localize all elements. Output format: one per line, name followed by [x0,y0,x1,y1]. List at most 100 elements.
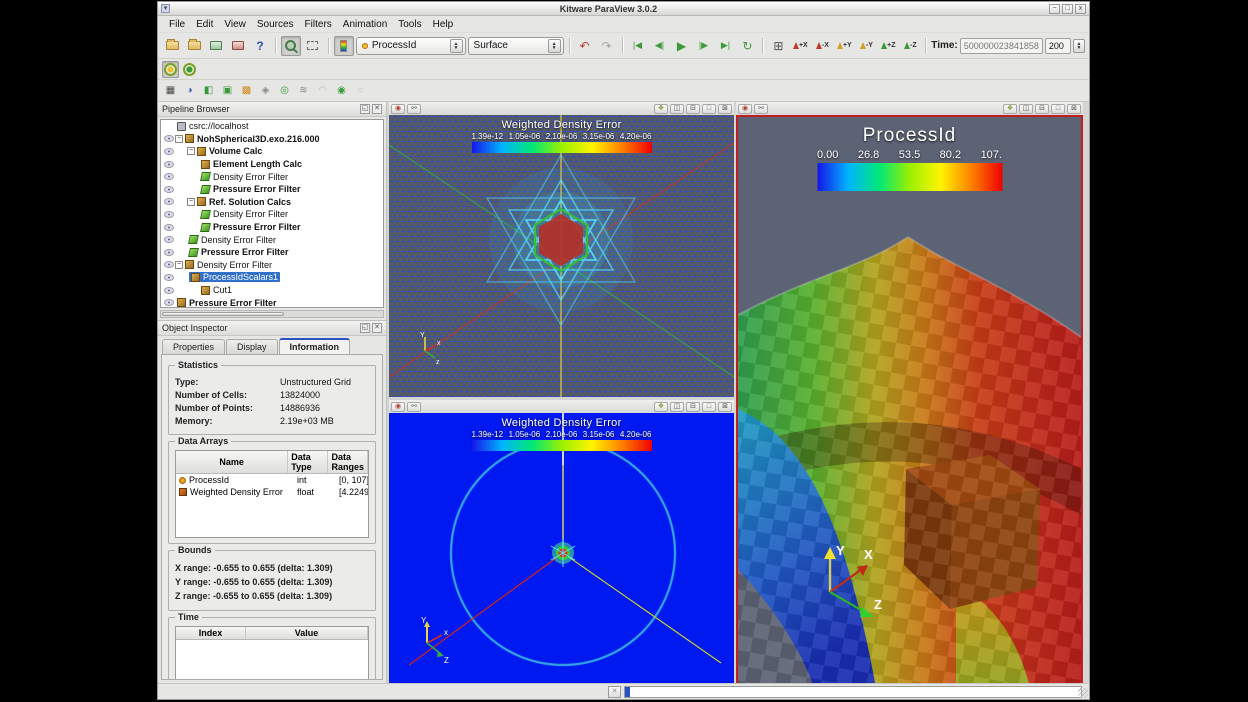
collapse-icon[interactable]: − [175,135,183,143]
camera-minus-z-button[interactable]: -Z [900,36,920,56]
slice-filter-button[interactable]: ◧ [200,82,217,99]
title-bar[interactable]: ▾ Kitware ParaView 3.0.2 − □ x [158,2,1089,16]
pipeline-item[interactable]: Cut1 [161,284,383,297]
camera-plus-y-button[interactable]: +Y [834,36,854,56]
menu-file[interactable]: File [164,18,190,31]
menu-edit[interactable]: Edit [191,18,218,31]
pipeline-item[interactable]: Pressure Error Filter [161,246,383,259]
eye-icon[interactable] [163,236,175,243]
last-frame-button[interactable]: ▶| [715,36,735,56]
menu-filters[interactable]: Filters [300,18,337,31]
pipeline-item[interactable]: Density Error Filter [161,233,383,246]
render-view-top-left[interactable]: ◉ ⚯ ❖ ◫ ⊟ □ ⊠ Weighted Density Error 1.3… [389,102,734,397]
open-file-button[interactable] [162,36,182,56]
link-camera-icon[interactable]: ⚯ [407,402,421,412]
previous-frame-button[interactable]: ◀| [649,36,669,56]
camera-minus-y-button[interactable]: -Y [856,36,876,56]
eye-icon[interactable] [163,261,175,268]
pipeline-item[interactable]: Density Error Filter [161,208,383,221]
close-view-button[interactable]: ⊠ [1067,104,1081,114]
pipeline-item[interactable]: − Ref. Solution Calcs [161,196,383,209]
collapse-icon[interactable]: − [175,261,183,269]
eye-icon[interactable] [163,299,175,306]
close-view-button[interactable]: ⊠ [718,402,732,412]
render-view-bottom-left[interactable]: ◉ ⚯ ❖ ◫ ⊟ □ ⊠ Weighted Density Error 1.3… [389,400,734,691]
split-horizontal-button[interactable]: ◫ [670,402,684,412]
render-viewport-3d[interactable]: ProcessId 0.0026.853.580.2107. [736,115,1083,691]
eye-icon[interactable] [163,161,175,168]
float-panel-button[interactable]: ◱ [360,104,370,114]
pipeline-item[interactable]: Pressure Error Filter [161,221,383,234]
pipeline-item[interactable]: − Volume Calc [161,145,383,158]
pipeline-item[interactable]: Pressure Error Filter [161,183,383,196]
first-frame-button[interactable]: |◀ [627,36,647,56]
split-vertical-button[interactable]: ⊟ [686,402,700,412]
close-panel-button[interactable]: ✕ [372,104,382,114]
scalar-bar[interactable]: Weighted Density Error 1.39e-121.05e-062… [472,119,652,153]
clip-filter-button[interactable]: ◑ [181,82,198,99]
frame-spinbox[interactable]: 200 [1045,38,1071,54]
next-frame-button[interactable]: |▶ [693,36,713,56]
minimize-button[interactable]: − [1049,4,1060,14]
color-by-combobox[interactable]: ProcessId ▲▼ [356,37,466,55]
render-viewport-mesh[interactable]: Weighted Density Error 1.39e-121.05e-062… [389,115,734,397]
eye-icon[interactable] [163,148,175,155]
eye-icon[interactable] [163,135,175,142]
maximize-view-button[interactable]: □ [1051,104,1065,114]
lookmark-icon[interactable]: ❖ [654,402,668,412]
redo-button[interactable]: ↷ [597,36,617,56]
close-view-button[interactable]: ⊠ [718,104,732,114]
eye-icon[interactable] [163,224,175,231]
collapse-icon[interactable]: − [187,198,195,206]
reset-camera-button[interactable]: ⊞ [768,36,788,56]
stream-tracer-filter-button[interactable]: ≋ [295,82,312,99]
split-horizontal-button[interactable]: ◫ [1019,104,1033,114]
load-state-button[interactable] [184,36,204,56]
pipeline-item[interactable]: − Density Error Filter [161,259,383,272]
maximize-view-button[interactable]: □ [702,402,716,412]
split-vertical-button[interactable]: ⊟ [1035,104,1049,114]
table-row[interactable]: ProcessId int [0, 107] [176,474,368,486]
rubber-band-select-button[interactable] [303,36,323,56]
eye-icon[interactable] [163,274,175,281]
maximize-button[interactable]: □ [1062,4,1073,14]
object-inspector-header[interactable]: Object Inspector ◱ ✕ [158,321,386,336]
representation-combobox[interactable]: Surface ▲▼ [468,37,564,55]
abort-button[interactable]: ✕ [608,686,621,698]
frame-spin-arrows[interactable]: ▲▼ [1073,39,1085,53]
eye-icon[interactable] [163,287,175,294]
data-arrays-table[interactable]: Name Data Type Data Ranges ProcessId int… [175,450,369,538]
edit-color-map-button[interactable] [334,36,354,56]
link-camera-icon[interactable]: ⚯ [754,104,768,114]
maximize-view-button[interactable]: □ [702,104,716,114]
split-vertical-button[interactable]: ⊟ [686,104,700,114]
menu-animation[interactable]: Animation [338,18,392,31]
pipeline-item[interactable]: Pressure Error Filter [161,296,383,308]
split-horizontal-button[interactable]: ◫ [670,104,684,114]
contour-filter-button[interactable]: ◎ [276,82,293,99]
eye-icon[interactable] [163,186,175,193]
close-button[interactable]: x [1075,4,1086,14]
pipeline-item[interactable]: − NohSpherical3D.exo.216.000 [161,133,383,146]
show-center-button[interactable] [162,61,179,78]
tab-information[interactable]: Information [279,338,351,354]
scalar-bar[interactable]: ProcessId 0.0026.853.580.2107. [817,125,1002,191]
extract-subset-filter-button[interactable]: ▩ [238,82,255,99]
scalar-bar[interactable]: Weighted Density Error 1.39e-121.05e-062… [472,417,652,451]
menu-view[interactable]: View [219,18,251,31]
eye-icon[interactable] [163,211,175,218]
camera-minus-x-button[interactable]: -X [812,36,832,56]
menu-tools[interactable]: Tools [393,18,426,31]
glyph-filter-button[interactable]: ◈ [257,82,274,99]
float-panel-button[interactable]: ◱ [360,323,370,333]
pipeline-item-selected[interactable]: ProcessIdScalars1 [161,271,383,284]
collapse-icon[interactable]: − [187,147,195,155]
group-filter-button[interactable]: ◉ [333,82,350,99]
warp-filter-button[interactable]: ◠ [314,82,331,99]
camera-icon[interactable]: ◉ [391,104,405,114]
pipeline-item[interactable]: Element Length Calc [161,158,383,171]
eye-icon[interactable] [163,249,175,256]
render-viewport-slice[interactable]: Weighted Density Error 1.39e-121.05e-062… [389,413,734,691]
calculator-filter-button[interactable]: ▦ [162,82,179,99]
app-icon[interactable]: ▾ [161,4,170,13]
